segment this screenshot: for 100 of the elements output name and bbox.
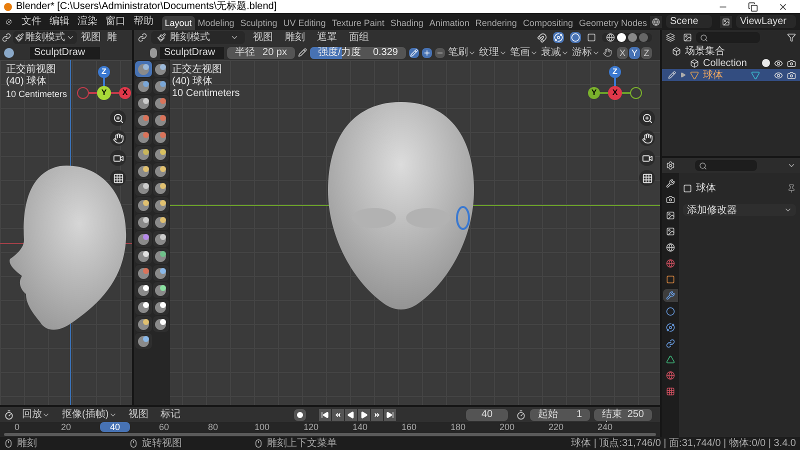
play-reverse-icon[interactable]: [344, 408, 357, 420]
timeline-menu[interactable]: 回放: [18, 407, 54, 422]
frame-number[interactable]: 200: [492, 422, 522, 432]
search-field[interactable]: [695, 160, 757, 171]
viewport-canvas[interactable]: 正交前视图 (40) 球体 10 Centimeters Z Y X: [0, 60, 132, 405]
menu-item[interactable]: 视图: [79, 30, 103, 45]
timeline-menu[interactable]: 抠像(插帧): [58, 407, 121, 422]
axis-handle[interactable]: Y: [97, 86, 111, 100]
mode-dropdown[interactable]: 雕刻模式: [151, 31, 245, 44]
symmetry-axis-toggle[interactable]: Y: [629, 46, 640, 58]
sculpt-tool-icon[interactable]: [152, 197, 169, 213]
negative-axis-handle[interactable]: [630, 87, 642, 99]
play-icon[interactable]: [358, 408, 370, 420]
settings-dropdown[interactable]: 纹理: [479, 45, 507, 60]
workspace-tab[interactable]: Geometry Nodes: [576, 16, 650, 30]
snap-icon[interactable]: [537, 32, 547, 42]
menu-item[interactable]: 文件: [18, 14, 46, 29]
workspace-tab[interactable]: Compositing: [520, 16, 576, 30]
sculpt-tool-icon[interactable]: [152, 163, 169, 179]
xray-icon[interactable]: [587, 33, 596, 42]
frame-number[interactable]: 220: [541, 422, 571, 432]
menu-item[interactable]: 帮助: [130, 14, 158, 29]
frame-number[interactable]: 60: [149, 422, 179, 432]
menu-item[interactable]: 面组: [345, 30, 373, 45]
overlay-toggle-icon[interactable]: [570, 32, 581, 43]
timeline-menu[interactable]: 标记: [156, 407, 185, 422]
hand-icon[interactable]: [110, 130, 126, 146]
sculpt-tool-icon[interactable]: [135, 299, 152, 315]
viewport-canvas[interactable]: 正交左视图 (40) 球体 10 Centimeters Z Y X: [134, 60, 660, 405]
settings-dropdown[interactable]: 游标: [572, 45, 600, 60]
pin-icon[interactable]: [787, 184, 796, 193]
workspace-tab[interactable]: Rendering: [472, 16, 520, 30]
z-axis-handle[interactable]: Z: [98, 66, 110, 78]
app-menu-icon[interactable]: [6, 16, 12, 26]
shading-modes-icon[interactable]: [602, 33, 652, 42]
sculpt-tool-icon[interactable]: [135, 180, 152, 196]
sculpt-tool-icon[interactable]: [152, 146, 169, 162]
sculpt-tool-icon[interactable]: [135, 163, 152, 179]
menu-item[interactable]: 窗口: [102, 14, 130, 29]
negative-axis-handle[interactable]: [77, 87, 89, 99]
sculpt-tool-icon[interactable]: [152, 180, 169, 196]
menu-item[interactable]: 雕刻: [281, 30, 309, 45]
workspace-tab[interactable]: Modeling: [194, 16, 238, 30]
exclude-checkbox[interactable]: [762, 59, 770, 67]
frame-number[interactable]: 120: [296, 422, 326, 432]
sculpt-tool-icon[interactable]: [152, 316, 169, 332]
pressure-icon[interactable]: [298, 48, 307, 57]
end-frame-field[interactable]: 结束 250: [594, 408, 652, 420]
timer-icon[interactable]: [516, 410, 526, 420]
sculpt-tool-icon[interactable]: [135, 78, 152, 94]
outliner-row[interactable]: Collection: [662, 57, 800, 69]
properties-tab[interactable]: [663, 289, 678, 302]
grid-icon[interactable]: [639, 170, 655, 186]
outliner-row[interactable]: 场景集合: [662, 45, 800, 57]
sculpt-tool-icon[interactable]: [135, 248, 152, 264]
sculpt-tool-icon[interactable]: [152, 299, 169, 315]
scene-field[interactable]: Scene: [666, 15, 712, 28]
axis-handle[interactable]: X: [608, 86, 622, 100]
sculpt-tool-icon[interactable]: [135, 231, 152, 247]
frame-number[interactable]: 140: [345, 422, 375, 432]
editor-type-icon[interactable]: [666, 161, 675, 170]
previous-keyframe-icon[interactable]: [332, 408, 344, 420]
axis-handle[interactable]: Y: [588, 87, 600, 99]
filter-icon[interactable]: [787, 33, 796, 42]
brush-name-field[interactable]: SculptDraw: [160, 46, 224, 58]
options-icon[interactable]: [787, 161, 796, 170]
grid-icon[interactable]: [110, 170, 126, 186]
settings-dropdown[interactable]: 笔刷: [448, 45, 476, 60]
menu-item[interactable]: 雕: [105, 30, 119, 45]
sculpt-tool-icon[interactable]: [135, 214, 152, 230]
frame-number[interactable]: 240: [590, 422, 620, 432]
sculpt-tool-icon[interactable]: [135, 146, 152, 162]
navigation-gizmo[interactable]: Z Y X: [77, 65, 131, 105]
workspace-tab[interactable]: Animation: [426, 16, 472, 30]
hand-icon[interactable]: [639, 130, 655, 146]
view-layer-field[interactable]: ViewLayer: [736, 15, 796, 28]
camera-icon[interactable]: [110, 150, 126, 166]
view-layer-icon[interactable]: [720, 16, 732, 28]
menu-item[interactable]: 遮罩: [313, 30, 341, 45]
editor-type-icon[interactable]: [4, 410, 14, 420]
sculpt-tool-icon[interactable]: [135, 316, 152, 332]
menu-item[interactable]: 视图: [249, 30, 277, 45]
current-frame-field[interactable]: 40: [466, 408, 508, 420]
outliner-row[interactable]: 球体: [662, 69, 800, 81]
symmetry-axis-toggle[interactable]: Z: [641, 46, 652, 58]
add-icon[interactable]: [422, 48, 432, 58]
record-button[interactable]: [294, 408, 306, 420]
sculpt-tool-icon[interactable]: [135, 95, 152, 111]
brush-preview-icon[interactable]: [4, 48, 14, 58]
menu-item[interactable]: 渲染: [74, 14, 102, 29]
skip-start-icon[interactable]: [318, 408, 331, 420]
symmetry-axis-toggle[interactable]: X: [617, 46, 628, 58]
brush-name-field[interactable]: SculptDraw: [30, 46, 100, 58]
sculpt-tool-icon[interactable]: [152, 61, 169, 77]
start-frame-field[interactable]: 起始 1: [530, 408, 590, 420]
sculpt-tool-icon[interactable]: [152, 231, 169, 247]
sculpt-tool-icon[interactable]: [152, 248, 169, 264]
navigation-gizmo[interactable]: Z Y X: [588, 65, 642, 105]
frame-number[interactable]: 20: [51, 422, 81, 432]
sculpt-tool-icon[interactable]: [152, 214, 169, 230]
